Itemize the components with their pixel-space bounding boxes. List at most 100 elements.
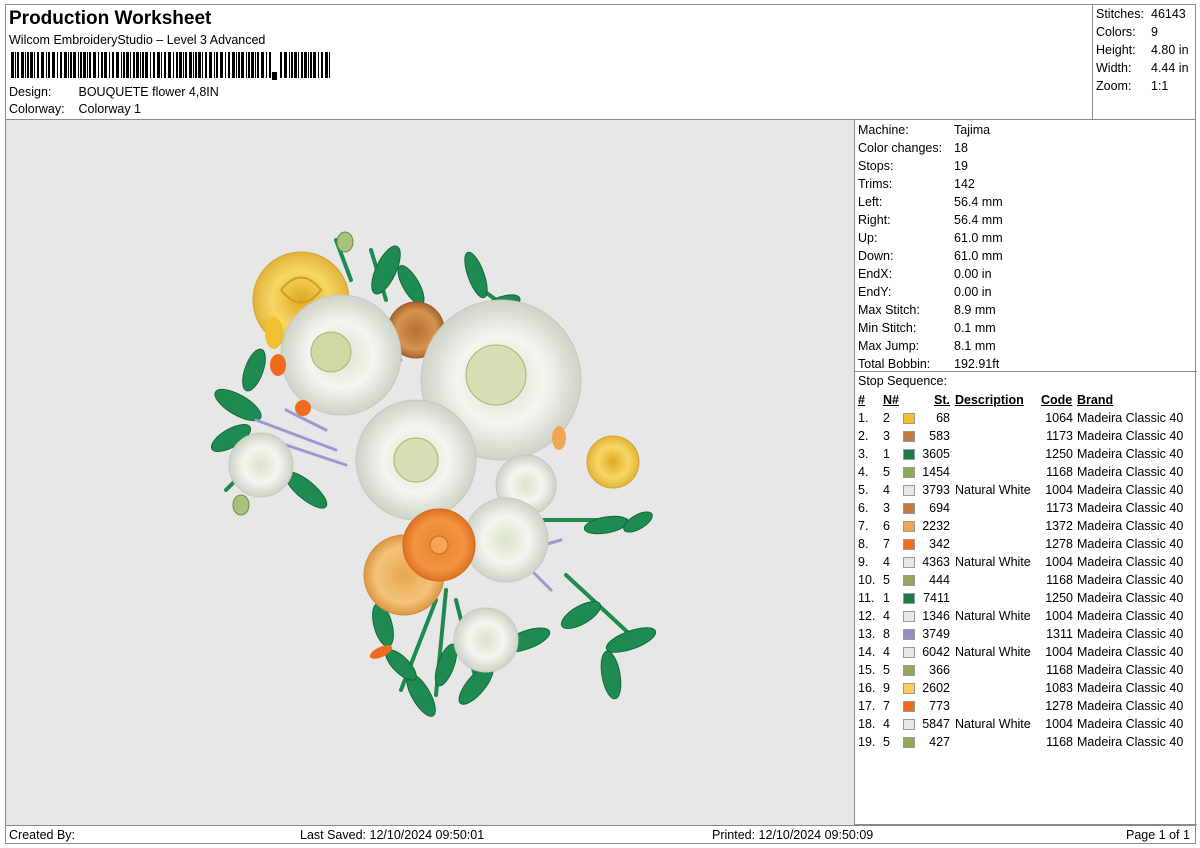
thread-brand: Madeira Classic 40 [1077,573,1184,587]
stop-index: 11. [858,591,875,605]
stop-index: 9. [858,555,869,569]
info-label: Up: [858,231,878,245]
summary-label: Colors: [1096,25,1136,39]
thread-brand: Madeira Classic 40 [1077,591,1184,605]
stop-index: 10. [858,573,876,587]
page-title: Production Worksheet [9,8,212,29]
stop-sequence-row: 5. 4 3793 Natural White 1004 Madeira Classic … [858,482,1194,500]
info-row: Stops: 19 [858,159,968,177]
color-swatch [903,575,915,586]
stop-index: 7. [858,519,869,533]
stop-index: 18. [858,717,876,731]
stop-sequence-row: 17. 7 773 1278 Madeira Classic 40 [858,698,1194,716]
colorway-row: Colorway: Colorway 1 [9,102,141,116]
info-value: 19 [954,159,968,173]
page-number: Page 1 of 1 [1126,828,1190,842]
stitch-count: 68 [936,411,950,425]
info-value: 142 [954,177,975,191]
stop-sequence-row: 15. 5 366 1168 Madeira Classic 40 [858,662,1194,680]
info-divider [855,371,1197,372]
stop-index: 2. [858,429,869,443]
stop-sequence-row: 11. 1 7411 1250 Madeira Classic 40 [858,590,1194,608]
thread-code: 1278 [1045,699,1073,713]
colorway-value: Colorway 1 [78,102,142,116]
stitch-count: 4363 [922,555,950,569]
color-swatch [903,701,915,712]
summary-label: Zoom: [1096,79,1132,93]
info-label: Right: [858,213,891,227]
machine-info-panel: Machine: Tajima Color changes: 18 Stops: 19… [854,120,1197,825]
summary-value: 46143 [1151,7,1186,21]
thread-code: 1004 [1045,717,1073,731]
info-label: Stops: [858,159,894,173]
stitch-count: 5847 [922,717,950,731]
stitch-count: 1454 [922,465,950,479]
summary-label: Height: [1096,43,1136,57]
stitch-count: 444 [929,573,950,587]
needle-number: 9 [883,681,890,695]
summary-value: 4.80 in [1151,43,1189,57]
info-row: Trims: 142 [858,177,975,195]
info-row: Color changes: 18 [858,141,968,159]
color-swatch [903,557,915,568]
thread-code: 1311 [1046,627,1073,641]
info-label: Total Bobbin: [858,357,931,371]
color-description: Natural White [955,609,1031,623]
thread-code: 1004 [1045,645,1073,659]
stop-sequence-row: 10. 5 444 1168 Madeira Classic 40 [858,572,1194,590]
stop-sequence-row: 6. 3 694 1173 Madeira Classic 40 [858,500,1194,518]
needle-number: 5 [883,465,890,479]
stop-sequence-row: 12. 4 1346 Natural White 1004 Madeira Classic… [858,608,1194,626]
stop-sequence-row: 3. 1 3605 1250 Madeira Classic 40 [858,446,1194,464]
thread-brand: Madeira Classic 40 [1077,501,1184,515]
stitch-count: 773 [929,699,950,713]
stitch-count: 2232 [922,519,950,533]
thread-code: 1168 [1046,735,1073,749]
design-value: BOUQUETE flower 4,8IN [78,85,219,99]
stop-sequence-row: 7. 6 2232 1372 Madeira Classic 40 [858,518,1194,536]
stop-sequence-header: # N# St. Description Code Brand [858,392,1194,410]
stop-index: 5. [858,483,869,497]
needle-number: 7 [883,699,890,713]
app-subtitle: Wilcom EmbroideryStudio – Level 3 Advanc… [9,33,266,47]
thread-code: 1004 [1045,609,1073,623]
header-description: Description [955,393,1024,407]
created-by: Created By: [9,828,76,842]
stop-index: 8. [858,537,869,551]
info-row: Min Stitch: 0.1 mm [858,321,996,339]
needle-number: 4 [883,645,890,659]
stitch-count: 3793 [922,483,950,497]
info-value: 56.4 mm [954,213,1003,227]
summary-label: Stitches: [1096,7,1144,21]
header-brand: Brand [1077,393,1114,407]
stop-index: 3. [858,447,869,461]
color-swatch [903,629,915,640]
stop-sequence-row: 19. 5 427 1168 Madeira Classic 40 [858,734,1194,752]
summary-row: Zoom: 1:1 [1096,79,1168,97]
stop-index: 12. [858,609,876,623]
header-needle: N# [883,393,899,407]
info-value: 61.0 mm [954,249,1003,263]
stitch-count: 366 [929,663,950,677]
info-value: 18 [954,141,968,155]
summary-label: Width: [1096,61,1132,75]
summary-row: Height: 4.80 in [1096,43,1189,61]
info-row: Total Bobbin: 192.91ft [858,357,999,375]
color-swatch [903,467,915,478]
info-label: Max Stitch: [858,303,920,317]
thread-code: 1004 [1045,483,1073,497]
stitch-count: 427 [929,735,950,749]
stop-sequence-row: 13. 8 3749 1311 Madeira Classic 40 [858,626,1194,644]
thread-code: 1278 [1045,537,1073,551]
info-value: 56.4 mm [954,195,1003,209]
thread-brand: Madeira Classic 40 [1077,411,1184,425]
thread-brand: Madeira Classic 40 [1077,627,1184,641]
needle-number: 4 [883,609,890,623]
stitch-count: 6042 [922,645,950,659]
color-description: Natural White [955,717,1031,731]
info-label: EndX: [858,267,893,281]
color-swatch [903,737,915,748]
color-swatch [903,665,915,676]
needle-number: 3 [883,429,890,443]
color-swatch [903,485,915,496]
